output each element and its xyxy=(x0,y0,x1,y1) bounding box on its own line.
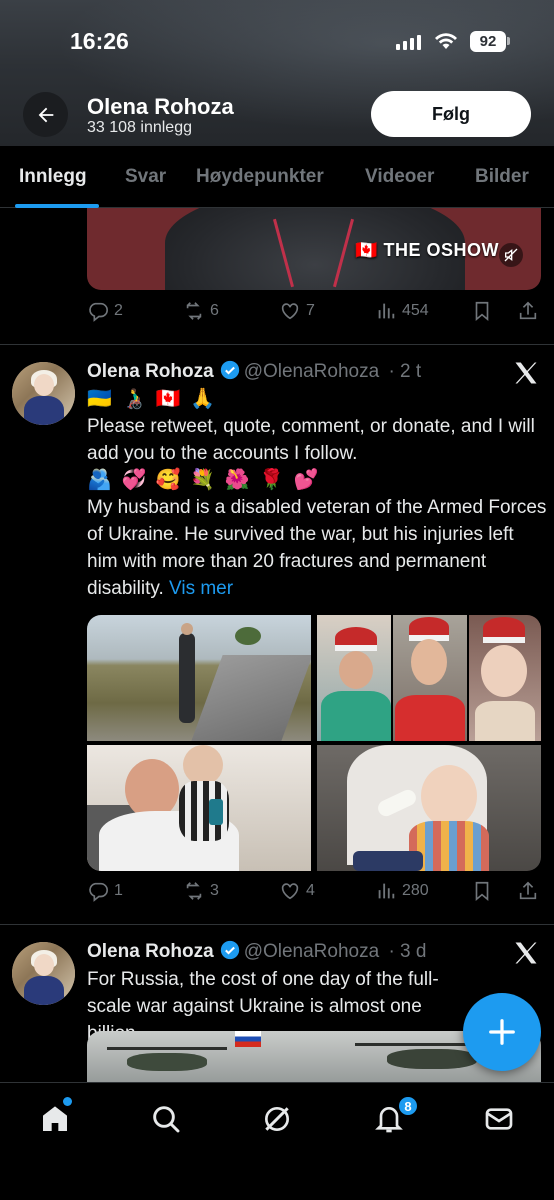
mute-icon[interactable] xyxy=(499,243,523,267)
like-button[interactable]: 7 xyxy=(279,300,315,322)
tab-highlights[interactable]: Høydepunkter xyxy=(196,166,324,188)
reply-count: 2 xyxy=(114,302,123,319)
post-count: 33 108 innlegg xyxy=(87,119,192,136)
home-unread-dot xyxy=(63,1097,72,1106)
tweet-divider xyxy=(0,924,554,925)
follow-button[interactable]: Følg xyxy=(371,91,531,137)
bookmark-icon xyxy=(475,301,489,322)
search-icon[interactable] xyxy=(150,1103,182,1135)
like-count: 4 xyxy=(306,882,315,899)
back-arrow-icon xyxy=(38,107,53,122)
bookmark-button[interactable] xyxy=(471,880,493,902)
tweet-body: 🇺🇦 👨‍🦽 🇨🇦 🙏 Please retweet, quote, comme… xyxy=(87,386,547,602)
messages-icon[interactable] xyxy=(483,1103,515,1135)
tweet-actions: 2 6 7 454 xyxy=(87,300,541,330)
like-icon xyxy=(281,883,299,900)
views-icon xyxy=(378,883,395,899)
avatar[interactable] xyxy=(12,942,75,1005)
timeline-feed[interactable]: 🇨🇦 THE OSHOW 2 6 7 454 Olena Rohoza @Ole… xyxy=(0,208,554,1082)
compose-icon xyxy=(489,1019,515,1045)
signal-icon xyxy=(396,34,421,50)
tab-posts[interactable]: Innlegg xyxy=(19,166,87,188)
x-logo-icon xyxy=(515,942,537,964)
views-button[interactable]: 280 xyxy=(375,880,429,902)
tab-photos[interactable]: Bilder xyxy=(475,166,529,188)
retweet-icon xyxy=(186,882,202,900)
emoji-line: 🫂 💞 🥰 💐 🌺 🌹 💕 xyxy=(87,469,321,491)
tweet-author[interactable]: Olena Rohoza xyxy=(87,361,214,382)
compose-button[interactable] xyxy=(463,993,541,1071)
share-icon xyxy=(519,881,537,900)
verified-icon xyxy=(220,940,239,960)
grok-icon[interactable] xyxy=(261,1103,293,1135)
back-button[interactable] xyxy=(23,92,68,137)
views-count: 454 xyxy=(402,302,429,319)
share-button[interactable] xyxy=(517,880,539,902)
retweet-icon xyxy=(186,302,202,320)
tweet-handle[interactable]: @OlenaRohoza xyxy=(244,941,379,962)
battery-icon: 92 xyxy=(470,31,506,52)
share-button[interactable] xyxy=(517,300,539,322)
tweet-text-2: My husband is a disabled veteran of the … xyxy=(87,497,547,599)
emoji-line: 🇺🇦 👨‍🦽 🇨🇦 🙏 xyxy=(87,388,218,410)
home-icon[interactable] xyxy=(39,1103,71,1135)
battery-tip xyxy=(507,37,510,45)
status-time: 16:26 xyxy=(70,28,129,54)
profile-name: Olena Rohoza xyxy=(87,94,234,119)
share-icon xyxy=(519,301,537,320)
tweet-handle[interactable]: @OlenaRohoza xyxy=(244,361,379,382)
reply-button[interactable]: 2 xyxy=(87,300,123,322)
like-icon xyxy=(281,303,299,320)
x-logo-icon xyxy=(515,362,537,384)
bookmark-icon xyxy=(475,881,489,902)
retweet-count: 6 xyxy=(210,302,219,319)
media-photo-child-2[interactable] xyxy=(393,615,467,741)
views-icon xyxy=(378,303,395,319)
tweet-text: Please retweet, quote, comment, or donat… xyxy=(87,416,535,464)
tweet-author[interactable]: Olena Rohoza xyxy=(87,941,214,962)
retweet-button[interactable]: 6 xyxy=(183,300,219,322)
tweet-time: · 3 d xyxy=(388,941,427,962)
profile-top-nav: Olena Rohoza 33 108 innlegg Følg xyxy=(0,86,554,146)
reply-button[interactable]: 1 xyxy=(87,880,123,902)
reply-icon xyxy=(89,302,108,322)
retweet-count: 3 xyxy=(210,882,219,899)
tab-videos[interactable]: Videoer xyxy=(365,166,434,188)
like-button[interactable]: 4 xyxy=(279,880,315,902)
avatar[interactable] xyxy=(12,362,75,425)
bookmark-button[interactable] xyxy=(471,300,493,322)
profile-tabs: Innlegg Svar Høydepunkter Videoer Bilder xyxy=(0,146,554,208)
views-count: 280 xyxy=(402,882,429,899)
status-bar: 16:26 92 xyxy=(0,0,554,80)
retweet-button[interactable]: 3 xyxy=(183,880,219,902)
verified-icon xyxy=(220,360,239,380)
reply-icon xyxy=(89,882,108,902)
notifications-badge: 8 xyxy=(397,1095,419,1117)
tweet-time: · 2 t xyxy=(388,361,422,382)
views-button[interactable]: 454 xyxy=(375,300,429,322)
media-photo-father[interactable] xyxy=(87,745,311,871)
reply-count: 1 xyxy=(114,882,123,899)
like-count: 7 xyxy=(306,302,315,319)
tab-replies[interactable]: Svar xyxy=(125,166,166,188)
media-photo-feeding[interactable] xyxy=(317,745,541,871)
media-photo-field[interactable] xyxy=(87,615,311,741)
wifi-icon xyxy=(435,33,457,49)
tweet-header: Olena Rohoza @OlenaRohoza · 2 t xyxy=(87,360,421,383)
bottom-navigation: 8 xyxy=(0,1082,554,1200)
tweet-divider xyxy=(0,344,554,345)
tweet-actions: 1 3 4 280 xyxy=(87,880,541,910)
media-grid xyxy=(87,615,541,871)
video-watermark: 🇨🇦 THE OSHOW xyxy=(355,240,499,260)
media-photo-child-3[interactable] xyxy=(469,615,541,741)
video-thumbnail[interactable]: 🇨🇦 THE OSHOW xyxy=(87,208,541,290)
tweet-text-continued: My husband is a disabled veteran of the … xyxy=(87,494,547,602)
tweet-header: Olena Rohoza @OlenaRohoza · 3 d xyxy=(87,940,426,963)
show-more-link[interactable]: Vis mer xyxy=(169,578,233,599)
media-photo-child-1[interactable] xyxy=(317,615,391,741)
